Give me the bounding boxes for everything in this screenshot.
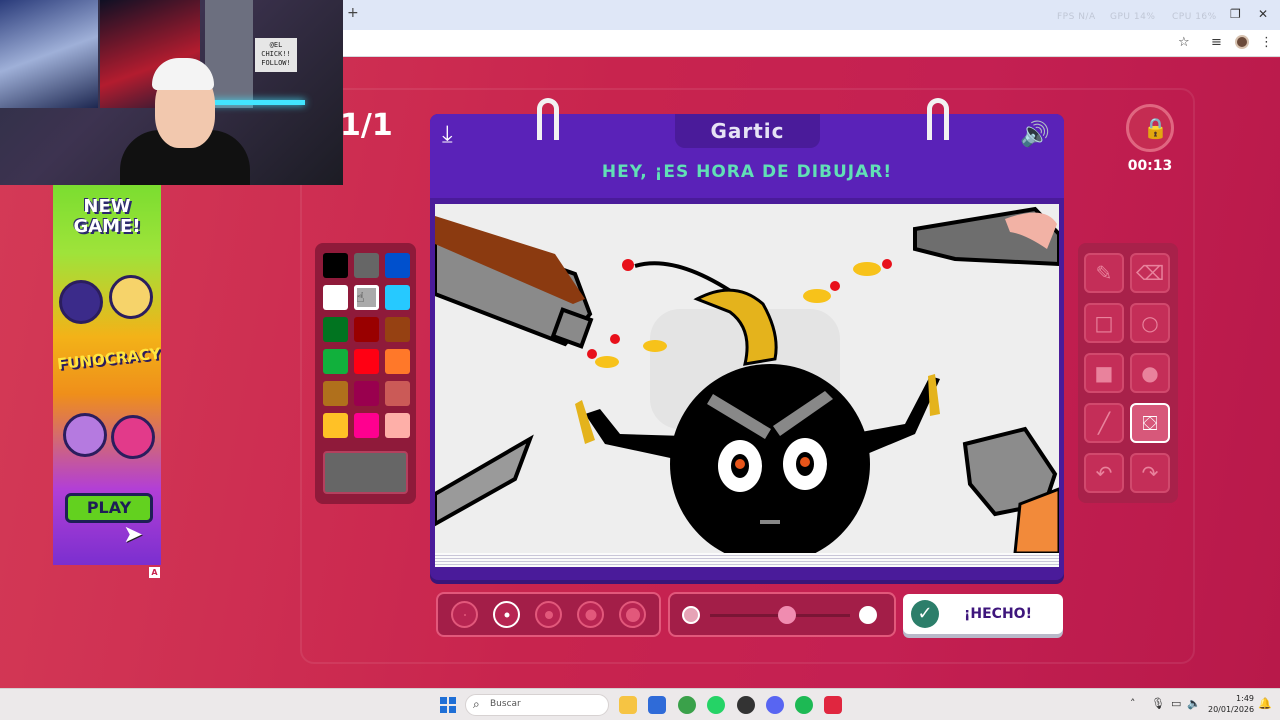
discord-icon[interactable] [766,696,784,714]
mouse-cursor-icon: ☝ [356,290,365,306]
browser-menu-icon[interactable]: ⋮ [1260,35,1273,50]
microphone-icon[interactable]: 🎙 [1151,697,1165,710]
gpu-readout: GPU 14% [1110,12,1156,22]
whatsapp-icon[interactable] [707,696,725,714]
streamer-sign: @EL CHICK!! FOLLOW! [255,38,297,72]
color-swatch[interactable] [385,381,410,406]
binder-ring [537,98,559,140]
tray-overflow-icon[interactable]: ˄ [1130,697,1136,710]
new-tab-button[interactable]: + [347,5,359,21]
color-swatch[interactable] [323,253,348,278]
cpu-readout: CPU 16% [1172,12,1217,22]
ad-character-icon [109,275,153,319]
board-title: HEY, ¡ES HORA DE DIBUJAR! [601,162,893,182]
lock-button[interactable]: 🔒 [1126,104,1174,152]
ad-title: NEW GAME! [73,196,141,237]
volume-icon[interactable]: 🔈 [1187,697,1201,710]
close-window-icon[interactable]: ✕ [1258,7,1268,21]
restore-window-icon[interactable]: ❐ [1230,7,1241,21]
obs-icon[interactable] [737,696,755,714]
ad-cursor-icon: ➤ [123,520,144,548]
color-palette [315,243,416,504]
led-strip [210,100,305,105]
fill-bucket-tool-icon[interactable]: ⛋ [1130,403,1170,443]
check-icon: ✓ [911,600,939,628]
brush-size-option[interactable] [493,601,520,628]
brush-size-option[interactable] [535,601,562,628]
app-icon[interactable] [824,696,842,714]
ellipse-outline-tool-icon[interactable]: ○ [1130,303,1170,343]
lock-icon: 🔒 [1143,116,1168,140]
color-swatch[interactable] [385,285,410,310]
sound-icon[interactable]: 🔊 [1020,120,1050,148]
ad-play-button[interactable]: PLAY [65,493,153,523]
paper-edge [435,553,1059,567]
bookmark-star-icon[interactable]: ☆ [1178,35,1190,50]
color-swatch[interactable] [385,413,410,438]
redo-tool-icon[interactable]: ↷ [1130,453,1170,493]
line-tool-icon[interactable]: ╱ [1084,403,1124,443]
eraser-tool-icon[interactable]: ⌫ [1130,253,1170,293]
windows-taskbar: ⌕ Buscar ˄ 🎙 ▭ 🔈 1:49 20/01/2026 🔔 [0,688,1280,720]
windows-start-icon[interactable] [440,697,456,713]
color-swatch[interactable] [323,349,348,374]
download-icon[interactable]: ⤓ [442,120,453,148]
ellipse-filled-tool-icon[interactable]: ● [1130,353,1170,393]
binder-ring [927,98,949,140]
taskbar-search[interactable]: ⌕ Buscar [465,694,609,716]
media-controls-icon[interactable]: ≡ [1211,35,1222,50]
color-swatch[interactable] [354,381,379,406]
pencil-tool-icon[interactable]: ✎ [1084,253,1124,293]
color-swatch[interactable] [354,253,379,278]
network-icon[interactable]: ▭ [1171,697,1181,710]
rectangle-filled-tool-icon[interactable]: ■ [1084,353,1124,393]
search-icon: ⌕ [473,697,480,711]
chrome-icon[interactable] [678,696,696,714]
ad-character-icon [111,415,155,459]
webcam-overlay: @EL CHICK!! FOLLOW! [0,0,343,185]
color-swatch[interactable] [385,253,410,278]
opacity-slider-max-icon [859,606,877,624]
brush-size-option[interactable] [577,601,604,628]
taskbar-clock[interactable]: 1:49 20/01/2026 [1208,693,1254,715]
rectangle-outline-tool-icon[interactable]: □ [1084,303,1124,343]
round-counter: 1/1 [340,108,393,143]
ad-character-icon [59,280,103,324]
undo-tool-icon[interactable]: ↶ [1084,453,1124,493]
drawing-board: Gartic ⤓ 🔊 HEY, ¡ES HORA DE DIBUJAR! [430,98,1064,580]
brush-size-option[interactable] [619,601,646,628]
opacity-slider-min-icon [682,606,700,624]
drawing-art [435,206,1059,553]
color-swatch[interactable] [323,413,348,438]
color-swatch[interactable] [323,381,348,406]
ad-choices-icon[interactable]: A [149,567,160,578]
done-button[interactable]: ✓ ¡HECHO! [903,594,1063,634]
store-icon[interactable] [648,696,666,714]
color-swatch[interactable] [385,349,410,374]
spotify-icon[interactable] [795,696,813,714]
color-swatch[interactable] [354,413,379,438]
color-swatch[interactable] [323,285,348,310]
notification-icon[interactable]: 🔔 [1258,697,1272,710]
drawing-canvas[interactable] [435,204,1059,553]
color-swatch[interactable] [354,317,379,342]
current-color-preview [323,451,408,494]
profile-avatar[interactable] [1235,35,1249,49]
file-explorer-icon[interactable] [619,696,637,714]
brush-size-option[interactable] [451,601,478,628]
color-swatch[interactable] [323,317,348,342]
ad-banner[interactable]: NEW GAME! FUNOCRACY PLAY ➤ [53,185,161,565]
opacity-slider-handle[interactable] [778,606,796,624]
color-swatch[interactable] [354,349,379,374]
tool-panel: ✎ ⌫ □ ○ ■ ● ╱ ⛋ ↶ ↷ [1078,243,1178,503]
fps-readout: FPS N/A [1057,12,1096,22]
color-swatch[interactable] [385,317,410,342]
countdown-timer: 00:13 [1127,158,1173,174]
gartic-logo: Gartic [675,114,820,148]
ad-logo: FUNOCRACY [56,344,161,374]
ad-character-icon [63,413,107,457]
anime-poster [0,0,98,108]
